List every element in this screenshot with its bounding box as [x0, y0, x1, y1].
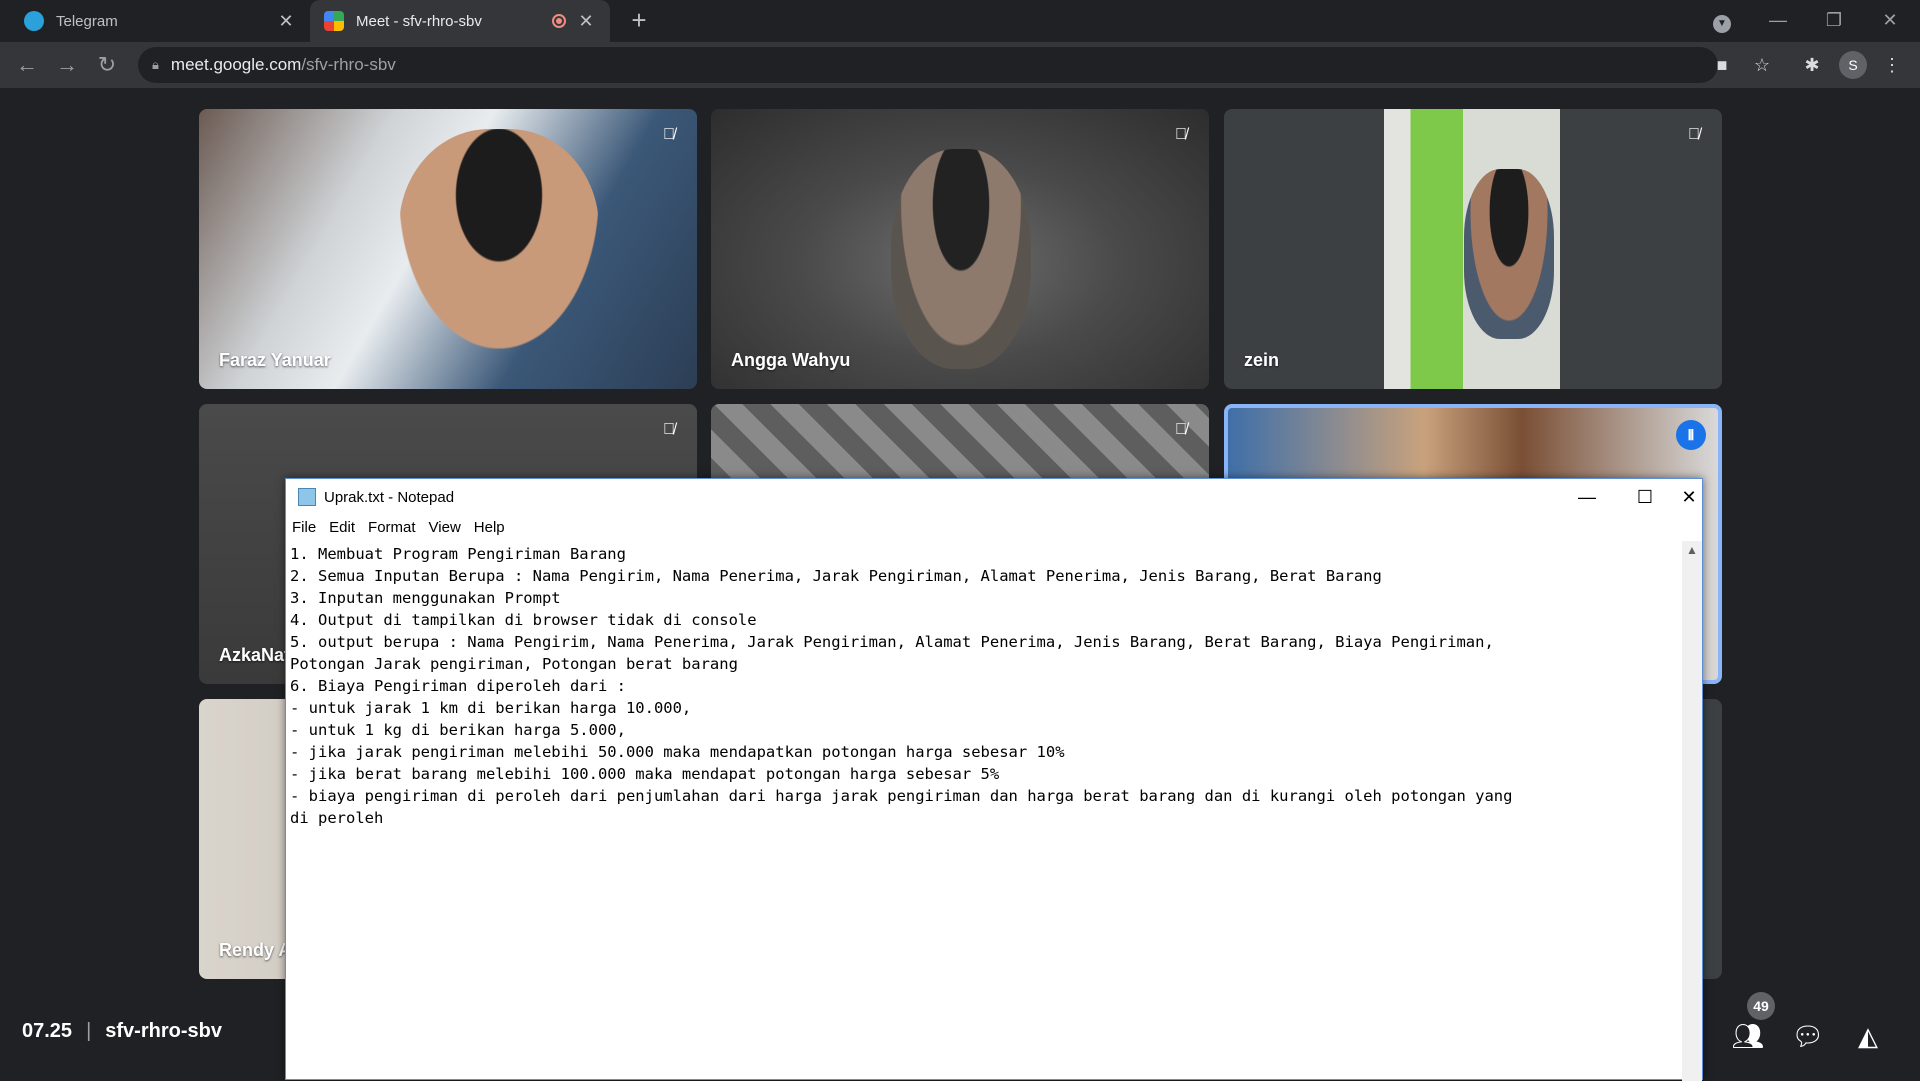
- participant-name: zein: [1244, 350, 1280, 370]
- restore-icon[interactable]: ❐: [1806, 0, 1862, 40]
- close-window-icon[interactable]: ✕: [1862, 0, 1918, 40]
- participant-count-badge: 49: [1747, 992, 1775, 1020]
- notepad-text-area[interactable]: 1. Membuat Program Pengiriman Barang 2. …: [290, 543, 1680, 1079]
- notepad-window[interactable]: Uprak.txt - Notepad — ☐ ✕ File Edit Form…: [285, 478, 1704, 1081]
- muted-mic-icon: 🎙̸: [663, 126, 675, 143]
- profile-avatar[interactable]: S: [1839, 51, 1867, 79]
- close-tab-icon[interactable]: ✕: [276, 11, 296, 32]
- participant-name: AzkaNat: [219, 645, 291, 665]
- participant-tile[interactable]: 🎙̸ Faraz Yanuar: [199, 109, 697, 389]
- camera-icon[interactable]: ■: [1708, 51, 1736, 79]
- notepad-menubar: File Edit Format View Help: [286, 515, 1702, 539]
- menu-edit[interactable]: Edit: [329, 519, 355, 536]
- extensions-icon[interactable]: ✱: [1798, 51, 1826, 79]
- notepad-titlebar[interactable]: Uprak.txt - Notepad: [286, 479, 1702, 515]
- browser-chrome: Telegram ✕ Meet - sfv-rhro-sbv ✕ + ▼ — ❐…: [0, 0, 1920, 88]
- participant-name: Rendy A: [219, 940, 292, 960]
- menu-icon[interactable]: ⋮: [1878, 51, 1906, 79]
- notepad-title: Uprak.txt - Notepad: [324, 488, 455, 506]
- notepad-minimize-icon[interactable]: —: [1558, 479, 1616, 515]
- meeting-info: 07.25 | sfv-rhro-sbv: [22, 1020, 222, 1043]
- activities-icon[interactable]: ◭: [1846, 1014, 1890, 1058]
- recording-icon: [552, 14, 566, 28]
- participant-video: [891, 149, 1031, 369]
- participant-tile[interactable]: 🎙̸ zein: [1224, 109, 1722, 389]
- notepad-scrollbar[interactable]: ▲: [1682, 541, 1702, 1081]
- speaking-indicator-icon: ⦀: [1676, 420, 1706, 450]
- new-tab-button[interactable]: +: [624, 6, 654, 36]
- participant-video: [399, 129, 599, 349]
- tab-title: Telegram: [56, 12, 118, 30]
- menu-format[interactable]: Format: [368, 519, 416, 536]
- muted-mic-icon: 🎙̸: [1175, 126, 1187, 143]
- reload-icon[interactable]: ↻: [92, 50, 122, 80]
- browser-toolbar: ← → ↻ 🔒︎ meet.google.com/sfv-rhro-sbv ■ …: [0, 42, 1920, 88]
- divider: |: [86, 1020, 92, 1042]
- person-shape: [1464, 169, 1554, 339]
- notepad-icon: [298, 488, 316, 506]
- tab-strip: Telegram ✕ Meet - sfv-rhro-sbv ✕ + ▼ — ❐…: [0, 0, 1920, 42]
- bookmark-star-icon[interactable]: ☆: [1748, 51, 1776, 79]
- muted-mic-icon: 🎙̸: [1688, 126, 1700, 143]
- participant-name: Faraz Yanuar: [219, 350, 331, 370]
- minimize-icon[interactable]: —: [1750, 0, 1806, 40]
- google-meet-icon: [324, 11, 344, 31]
- menu-file[interactable]: File: [292, 519, 316, 536]
- meeting-code: sfv-rhro-sbv: [105, 1020, 222, 1042]
- notepad-close-icon[interactable]: ✕: [1674, 479, 1704, 515]
- forward-icon[interactable]: →: [52, 50, 82, 80]
- lock-icon: 🔒︎: [152, 57, 159, 72]
- url-text: meet.google.com/sfv-rhro-sbv: [171, 55, 396, 75]
- muted-mic-icon: 🎙̸: [663, 421, 675, 438]
- tab-telegram[interactable]: Telegram ✕: [10, 0, 310, 42]
- participant-tile[interactable]: 🎙̸ Angga Wahyu: [711, 109, 1209, 389]
- tab-search-icon[interactable]: ▼: [1694, 0, 1750, 40]
- notepad-maximize-icon[interactable]: ☐: [1616, 479, 1674, 515]
- close-tab-icon[interactable]: ✕: [576, 11, 596, 32]
- menu-help[interactable]: Help: [474, 519, 505, 536]
- muted-mic-icon: 🎙̸: [1175, 421, 1187, 438]
- tab-title: Meet - sfv-rhro-sbv: [356, 12, 482, 30]
- people-icon[interactable]: 👥︎: [1726, 1014, 1770, 1058]
- telegram-icon: [24, 11, 44, 31]
- participant-name: Angga Wahyu: [731, 350, 851, 370]
- meeting-time: 07.25: [22, 1020, 73, 1042]
- url-host: meet.google.com: [170, 55, 302, 74]
- address-bar[interactable]: 🔒︎ meet.google.com/sfv-rhro-sbv: [138, 47, 1718, 83]
- scroll-up-icon[interactable]: ▲: [1682, 543, 1702, 557]
- tab-meet[interactable]: Meet - sfv-rhro-sbv ✕: [310, 0, 610, 42]
- chat-icon[interactable]: 💬︎: [1786, 1014, 1830, 1058]
- back-icon[interactable]: ←: [12, 50, 42, 80]
- participant-video: [1384, 109, 1560, 389]
- menu-view[interactable]: View: [429, 519, 461, 536]
- url-path: /sfv-rhro-sbv: [301, 55, 396, 74]
